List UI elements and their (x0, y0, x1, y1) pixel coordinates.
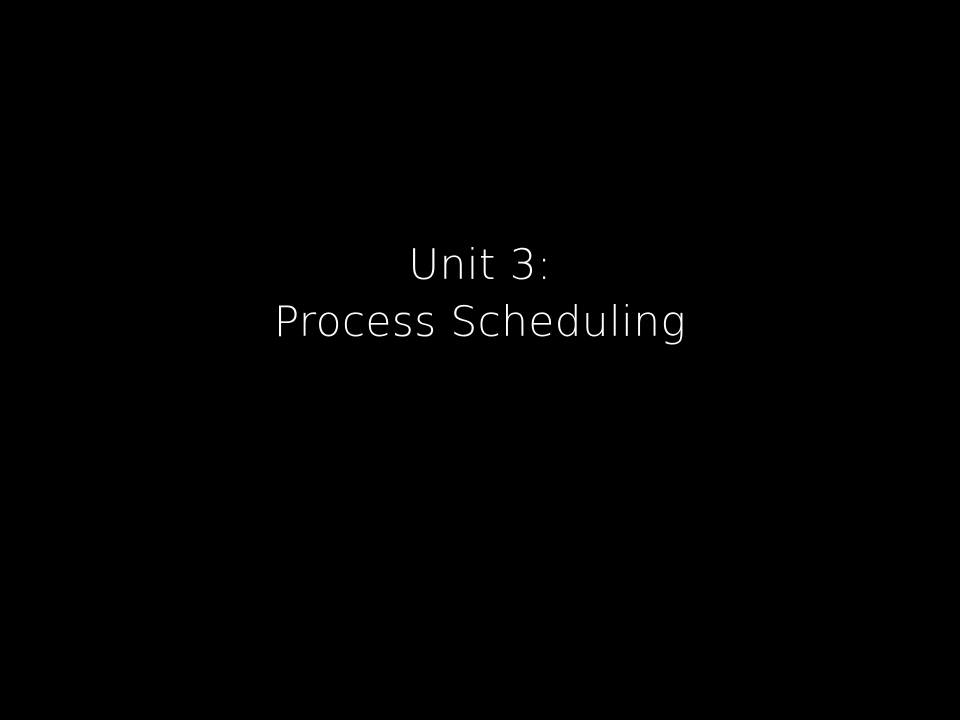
slide-title: Unit 3: Process Scheduling (0, 236, 960, 350)
title-line-topic: Process Scheduling (273, 297, 687, 346)
slide: Unit 3: Process Scheduling (0, 0, 960, 720)
title-line-unit: Unit 3: (408, 240, 552, 289)
